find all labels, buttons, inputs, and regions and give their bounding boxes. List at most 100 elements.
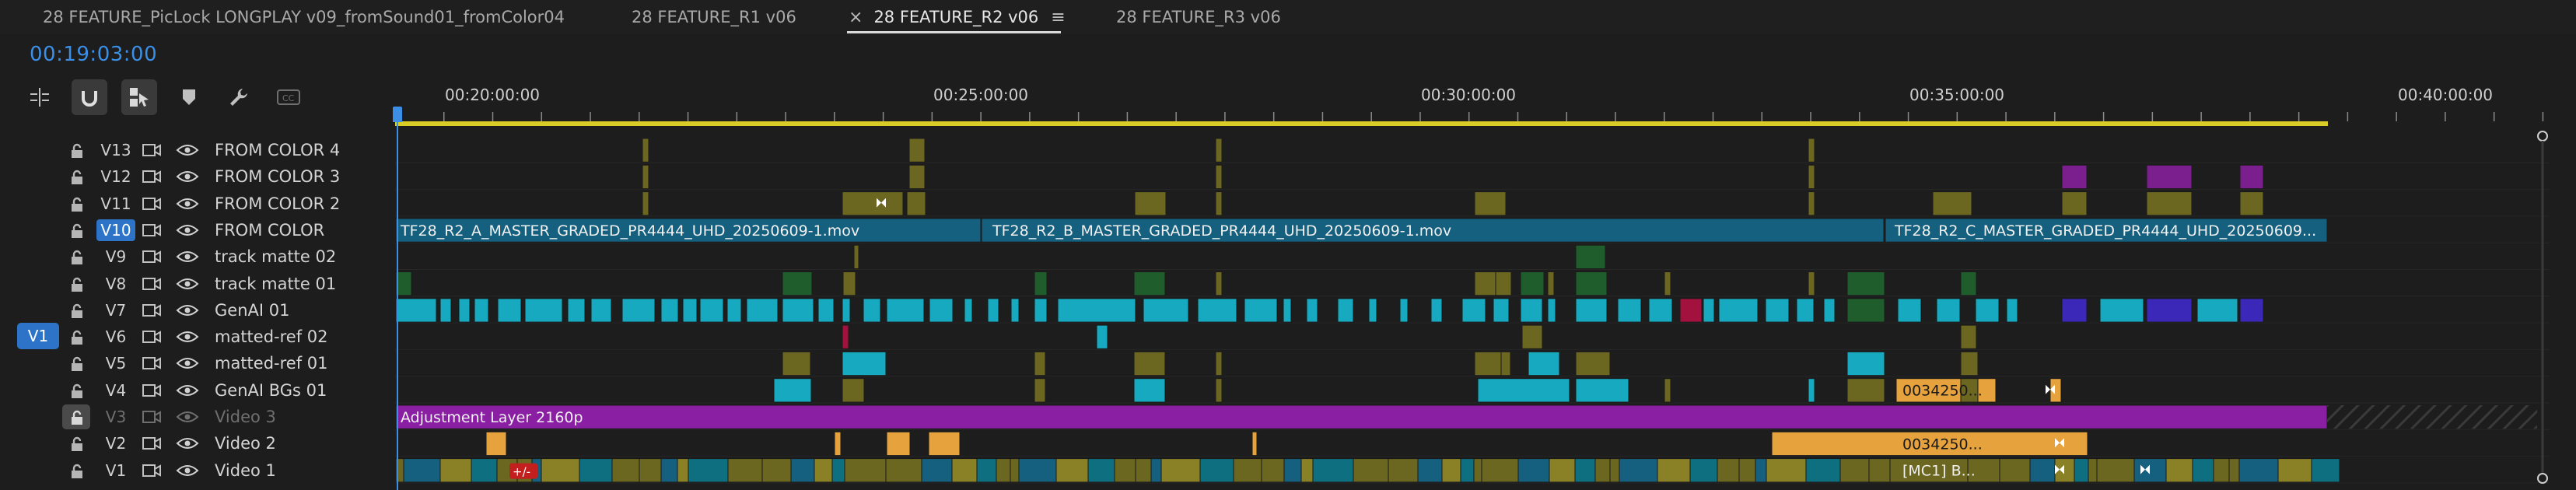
timeline-tracks[interactable]: TF28_R2_A_MASTER_GRADED_PR4444_UHD_20250… — [395, 134, 2550, 490]
track-target[interactable]: V1 — [96, 457, 135, 484]
clip[interactable] — [1215, 351, 1223, 376]
tab-r1[interactable]: 28 FEATURE_R1 v06 — [632, 0, 796, 34]
track-target[interactable]: V3 — [96, 404, 135, 430]
clip[interactable] — [2029, 458, 2056, 483]
track-target[interactable]: V5 — [96, 350, 135, 376]
lock-icon[interactable] — [68, 355, 86, 373]
sync-lock-film-icon[interactable] — [142, 410, 162, 424]
clip[interactable] — [1283, 298, 1292, 323]
track-target[interactable]: V2 — [96, 430, 135, 457]
eye-icon[interactable] — [176, 223, 199, 237]
clip[interactable] — [439, 458, 472, 483]
clip[interactable] — [746, 298, 779, 323]
clip[interactable] — [688, 458, 729, 483]
clip[interactable] — [1975, 298, 2000, 323]
eye-icon[interactable] — [176, 410, 199, 424]
lock-icon[interactable] — [68, 169, 86, 186]
lock-icon[interactable] — [68, 303, 86, 320]
clip[interactable] — [1960, 324, 1977, 349]
clip[interactable] — [1481, 458, 1519, 483]
clip[interactable] — [2061, 298, 2088, 323]
clip[interactable] — [1808, 138, 1815, 163]
clip[interactable] — [1703, 298, 1715, 323]
linked-selection-icon[interactable] — [121, 79, 157, 115]
tab-menu-icon[interactable]: ≡ — [1051, 8, 1065, 27]
clip[interactable] — [773, 378, 812, 403]
clip[interactable] — [842, 191, 904, 216]
lock-icon[interactable] — [68, 463, 86, 480]
clip[interactable] — [1096, 324, 1108, 349]
eye-icon[interactable] — [176, 330, 199, 344]
track-header-v4[interactable]: V4 GenAI BGs 01 — [0, 377, 397, 404]
clip[interactable] — [1055, 458, 1089, 483]
snap-magnet-icon[interactable] — [72, 79, 107, 115]
clip[interactable] — [611, 458, 640, 483]
lock-icon[interactable] — [68, 436, 86, 453]
close-tab-icon[interactable]: × — [849, 8, 863, 27]
clip[interactable] — [996, 458, 1011, 483]
clip[interactable] — [782, 298, 814, 323]
track-header-v7[interactable]: V7 GenAI 01 — [0, 297, 397, 324]
clip[interactable] — [727, 458, 763, 483]
clip[interactable] — [908, 164, 926, 190]
sync-lock-film-icon[interactable] — [142, 464, 162, 478]
track-target[interactable]: V7 — [96, 297, 135, 324]
clip[interactable] — [1215, 191, 1223, 216]
clip[interactable] — [1808, 378, 1815, 403]
vertical-zoom-scrollbar[interactable] — [2537, 128, 2548, 486]
clip[interactable] — [1353, 458, 1389, 483]
track-header-v5[interactable]: V5 matted-ref 01 — [0, 350, 397, 376]
insert-track-icon[interactable] — [22, 79, 58, 115]
track-header-v6[interactable]: V6 matted-ref 02 — [0, 324, 397, 350]
clip[interactable] — [621, 298, 656, 323]
clip[interactable] — [928, 431, 961, 457]
clip[interactable] — [1960, 351, 1979, 376]
clip[interactable] — [1657, 458, 1691, 483]
clip[interactable] — [782, 271, 813, 296]
clip[interactable] — [2146, 298, 2193, 323]
clip[interactable] — [1474, 191, 1507, 216]
lock-icon[interactable] — [68, 196, 86, 213]
clip[interactable] — [1233, 458, 1262, 483]
clip[interactable] — [1399, 298, 1409, 323]
clip[interactable] — [541, 458, 580, 483]
clip[interactable] — [2096, 458, 2135, 483]
clip[interactable] — [1547, 298, 1556, 323]
clip[interactable] — [1609, 458, 1620, 483]
clip[interactable] — [2239, 191, 2264, 216]
clip[interactable] — [1087, 458, 1115, 483]
clip[interactable] — [1808, 271, 1815, 296]
clip[interactable] — [2311, 458, 2340, 483]
track-header-v11[interactable]: V11 FROM COLOR 2 — [0, 191, 397, 217]
sync-lock-film-icon[interactable] — [142, 436, 162, 450]
clip[interactable] — [1808, 191, 1815, 216]
clip[interactable] — [1575, 271, 1608, 296]
clip[interactable] — [1197, 298, 1237, 323]
sync-lock-film-icon[interactable] — [142, 303, 162, 317]
clip[interactable] — [471, 458, 498, 483]
clip[interactable] — [2165, 458, 2193, 483]
clip[interactable] — [863, 298, 881, 323]
clip[interactable] — [1805, 458, 1841, 483]
clip[interactable] — [1368, 298, 1377, 323]
clip[interactable] — [1521, 324, 1543, 349]
clip[interactable] — [1034, 271, 1048, 296]
track-header-v9[interactable]: V9 track matte 02 — [0, 243, 397, 270]
clip[interactable] — [642, 138, 649, 163]
clip[interactable] — [1617, 298, 1642, 323]
clip[interactable] — [1493, 298, 1510, 323]
clip[interactable] — [1417, 458, 1443, 483]
clip[interactable] — [1495, 271, 1512, 296]
tab-r3[interactable]: 28 FEATURE_R3 v06 — [1116, 0, 1281, 34]
captions-icon[interactable]: CC — [271, 79, 306, 115]
track-header-v1[interactable]: V1 Video 1 — [0, 457, 397, 484]
track-target[interactable]: V8 — [96, 271, 135, 297]
clip[interactable] — [1215, 164, 1223, 190]
sync-lock-film-icon[interactable] — [142, 383, 162, 397]
clip[interactable] — [1460, 458, 1475, 483]
clip[interactable] — [964, 298, 973, 323]
clip[interactable] — [474, 298, 489, 323]
clip[interactable] — [1999, 458, 2031, 483]
eye-icon[interactable] — [176, 277, 199, 291]
clip[interactable] — [1034, 351, 1046, 376]
